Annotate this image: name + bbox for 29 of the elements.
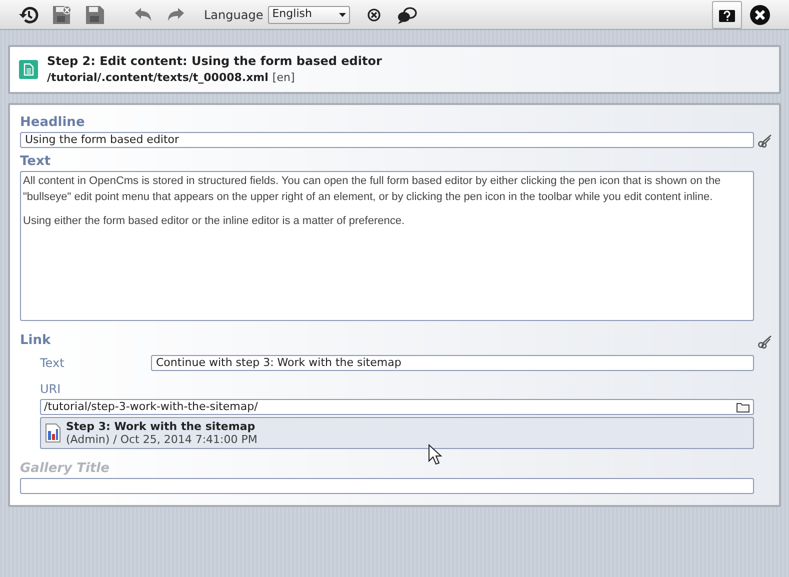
dropdown-caret-icon xyxy=(339,12,346,16)
uri-value: /tutorial/step-3-work-with-the-sitemap/ xyxy=(44,400,258,414)
text-field[interactable]: Using the form based editor xyxy=(20,132,754,148)
document-icon xyxy=(19,60,38,79)
scissors-icon[interactable] xyxy=(757,333,773,349)
language-label: Language xyxy=(204,6,264,24)
resource-path: /tutorial/.content/texts/t_00008.xml xyxy=(47,70,268,86)
paragraph: Using either the form based editor or the inline editor is a matter of preference. xyxy=(23,214,406,229)
field-label: Headline xyxy=(20,115,85,131)
field-label: Gallery Title xyxy=(20,461,110,477)
text-area[interactable] xyxy=(20,171,754,321)
mouse-cursor-icon xyxy=(428,444,442,465)
page-icon xyxy=(45,423,61,443)
field-label: Link xyxy=(20,333,51,349)
paragraph: All content in OpenCms is stored in structured fields. You can open the full form based editor by either clicking the pen icon that is shown on the "bullseye" edit point menu that appears on the upper right of an element, or by clicking the pen icon in the toolbar while you edit content inline. xyxy=(23,174,722,205)
scissors-icon[interactable] xyxy=(757,132,773,148)
field-label: URI xyxy=(40,381,61,398)
header-title: Step 2: Edit content: Using the form based editor xyxy=(47,53,382,70)
text-field[interactable] xyxy=(20,478,754,494)
help-button[interactable] xyxy=(712,0,742,28)
folder-icon[interactable] xyxy=(736,402,750,412)
field-label: Text xyxy=(20,154,51,170)
text-field[interactable]: Continue with step 3: Work with the sitemap xyxy=(151,355,754,371)
locale-tag: [en] xyxy=(272,70,295,86)
field-label: Text xyxy=(40,355,66,372)
language-select[interactable]: English xyxy=(268,6,350,24)
resource-info: (Admin) / Oct 25, 2014 7:41:00 PM xyxy=(66,433,258,446)
resource-title: Step 3: Work with the sitemap xyxy=(66,420,256,433)
uri-field[interactable]: /tutorial/step-3-work-with-the-sitemap/ xyxy=(40,399,754,415)
